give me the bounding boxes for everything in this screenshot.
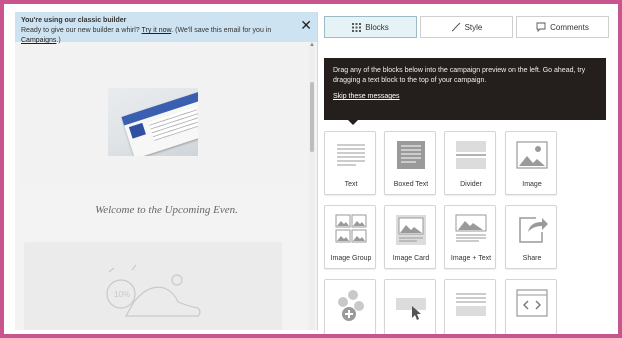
scroll-thumb[interactable]: [310, 82, 314, 152]
block-image-card[interactable]: Image Card: [384, 205, 436, 269]
block-label: Boxed Text: [393, 181, 429, 188]
tab-style[interactable]: Style: [420, 16, 513, 38]
banner-title: You're using our classic builder: [21, 17, 127, 24]
banner-text: Ready to give our new builder a whirl? T…: [21, 26, 312, 46]
tab-style-label: Style: [464, 22, 483, 32]
block-divider[interactable]: Divider: [444, 131, 496, 195]
scroll-up-icon[interactable]: ▲: [309, 42, 315, 48]
share-icon: [519, 217, 548, 243]
svg-text:10%: 10%: [114, 290, 130, 299]
image-icon: [516, 141, 548, 169]
block-label: Image + Text: [450, 255, 492, 262]
blocks-grid: Text Boxed Text Divider Image Image Grou…: [324, 131, 614, 334]
campaign-preview: You're using our classic builder Ready t…: [15, 12, 318, 330]
code-icon: [516, 289, 548, 317]
boxed-text-icon: [397, 141, 425, 169]
banner-text-middle: . (We'll save this email for you in: [171, 27, 272, 34]
preview-scrollbar[interactable]: ▲: [309, 42, 315, 330]
block-label: Text: [344, 181, 358, 188]
footer-icon: [456, 293, 486, 316]
hero-image-block[interactable]: [19, 46, 309, 184]
block-image-group[interactable]: Image Group: [324, 205, 376, 269]
banner-text-start: Ready to give our new builder a whirl?: [21, 27, 140, 34]
classic-builder-banner: You're using our classic builder Ready t…: [15, 12, 317, 44]
image-text-icon: [455, 214, 487, 242]
campaigns-link[interactable]: Campaigns: [21, 37, 56, 44]
tab-comments-label: Comments: [550, 22, 589, 32]
tab-blocks-label: Blocks: [365, 22, 389, 32]
text-icon: [337, 144, 365, 166]
block-button[interactable]: [384, 279, 436, 334]
tooltip-text: Drag any of the blocks below into the ca…: [333, 67, 586, 84]
shoe-sale-illustration: 10%: [106, 264, 201, 317]
block-text[interactable]: Text: [324, 131, 376, 195]
welcome-heading[interactable]: Welcome to the Upcoming Even.: [15, 204, 317, 216]
block-label: Image: [522, 181, 542, 188]
block-image[interactable]: Image: [505, 131, 557, 195]
block-label: Image Group: [330, 255, 372, 262]
banner-text-end: .): [56, 37, 61, 44]
divider-icon: [456, 141, 486, 169]
driving-licence-image: [108, 88, 198, 156]
image-card-icon: [396, 215, 426, 245]
builder-tabs: Blocks Style Comments: [324, 16, 612, 38]
shoe-image-block[interactable]: 10%: [24, 242, 282, 330]
block-share[interactable]: Share: [505, 205, 557, 269]
grid-icon: [352, 22, 362, 32]
brush-icon: [451, 22, 460, 32]
blocks-help-tooltip: Drag any of the blocks below into the ca…: [324, 58, 606, 125]
try-it-now-link[interactable]: Try it now: [142, 27, 172, 34]
comment-icon: [536, 22, 546, 32]
tab-comments[interactable]: Comments: [516, 16, 609, 38]
block-boxed-text[interactable]: Boxed Text: [384, 131, 436, 195]
button-icon: [396, 298, 426, 320]
block-footer[interactable]: [444, 279, 496, 334]
tab-blocks[interactable]: Blocks: [324, 16, 417, 38]
skip-messages-link[interactable]: Skip these messages: [333, 92, 400, 102]
block-label: Divider: [460, 181, 482, 188]
app-frame: You're using our classic builder Ready t…: [0, 0, 622, 338]
block-label: Share: [522, 255, 542, 262]
block-image-text[interactable]: Image + Text: [444, 205, 496, 269]
block-code[interactable]: [505, 279, 557, 334]
block-label: Image Card: [392, 255, 430, 262]
block-social-follow[interactable]: [324, 279, 376, 334]
close-icon[interactable]: ✕: [300, 18, 312, 32]
social-follow-icon: [338, 290, 364, 321]
image-group-icon: [335, 214, 367, 243]
